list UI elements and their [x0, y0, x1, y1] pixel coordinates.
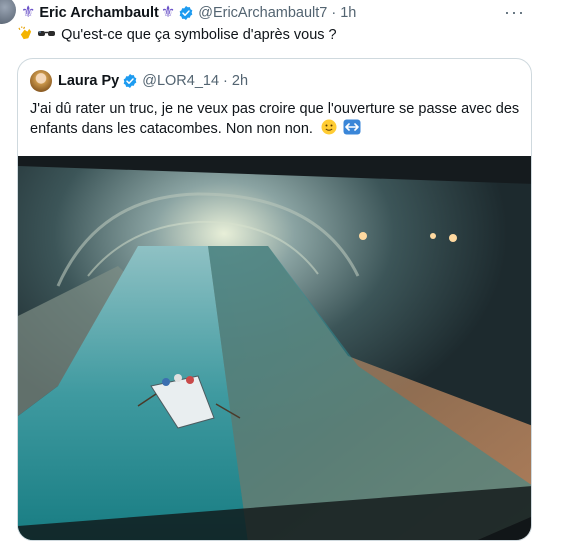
- quote-text: J'ai dû rater un truc, je ne veux pas cr…: [30, 99, 525, 139]
- author-handle[interactable]: @EricArchambault7: [198, 5, 327, 21]
- more-icon[interactable]: ···: [504, 2, 525, 23]
- quote-author-name[interactable]: Laura Py: [58, 73, 119, 89]
- quote-avatar[interactable]: [30, 70, 52, 92]
- tweet-header: ⚜ Eric Archambault ⚜ @EricArchambault7 ·…: [21, 4, 356, 22]
- quoted-tweet[interactable]: Laura Py @LOR4_14 · 2h J'ai dû rater un …: [17, 58, 532, 541]
- fleur-de-lis-icon: ⚜: [21, 4, 36, 21]
- meta-separator: ·: [331, 5, 337, 21]
- quote-media-image[interactable]: [18, 156, 532, 541]
- fleur-de-lis-icon: ⚜: [160, 4, 176, 21]
- quote-text-content: J'ai dû rater un truc, je ne veux pas cr…: [30, 101, 520, 137]
- quote-timestamp[interactable]: 2h: [232, 73, 248, 89]
- tweet-text-content: Qu'est-ce que ça symbolise d'après vous …: [61, 27, 337, 43]
- quote-header: Laura Py @LOR4_14 · 2h: [30, 70, 248, 92]
- verified-badge-icon: [123, 74, 137, 88]
- sunglasses-emoji: [38, 31, 56, 36]
- author-avatar[interactable]: [0, 0, 16, 24]
- slightly-smiling-face-emoji: [321, 119, 337, 135]
- author-name[interactable]: Eric Archambault: [39, 5, 159, 21]
- tweet-timestamp[interactable]: 1h: [340, 5, 356, 21]
- verified-badge-icon: [179, 6, 193, 20]
- tweet-text: Qu'est-ce que ça symbolise d'après vous …: [18, 26, 337, 43]
- meta-separator: ·: [223, 73, 228, 89]
- left-right-arrow-emoji: [343, 119, 361, 135]
- clapping-hands-emoji: [18, 26, 32, 40]
- quote-author-handle[interactable]: @LOR4_14: [142, 73, 219, 89]
